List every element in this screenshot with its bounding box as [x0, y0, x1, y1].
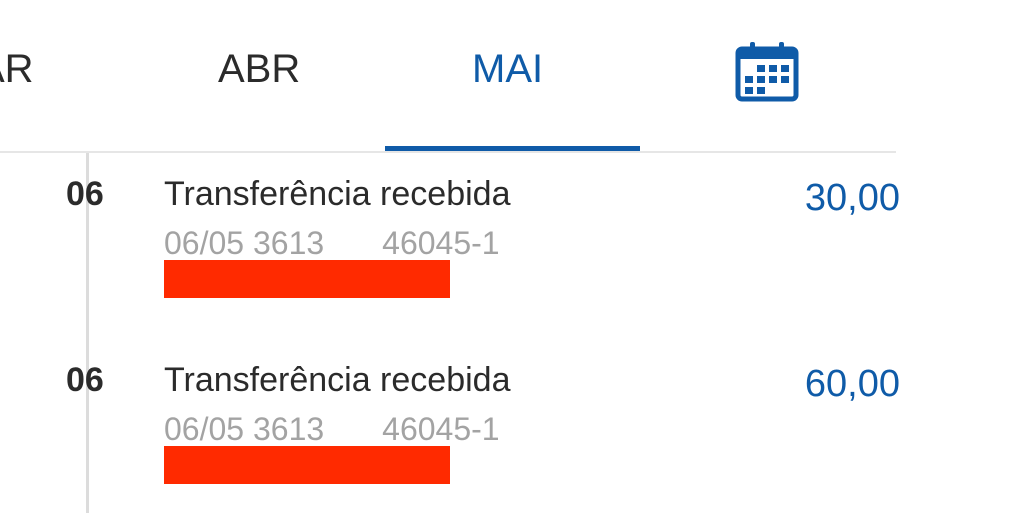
transaction-reference: 46045-1 — [382, 411, 500, 447]
transaction-row[interactable]: 06 Transferência recebida 60,00 06/05 36… — [0, 354, 1024, 504]
tab-mai[interactable]: MAI — [472, 44, 543, 94]
transaction-date-code: 06/05 3613 — [164, 225, 325, 261]
calendar-icon — [735, 42, 799, 102]
transaction-title: Transferência recebida — [164, 361, 511, 399]
transaction-day: 06 — [66, 361, 104, 399]
transaction-meta: 06/05 3613 46045-1 — [164, 224, 500, 262]
transaction-title: Transferência recebida — [164, 175, 511, 213]
redaction-bar — [164, 446, 450, 484]
transaction-date-code: 06/05 3613 — [164, 411, 325, 447]
tab-divider — [0, 151, 896, 153]
calendar-button[interactable] — [734, 40, 800, 102]
month-tab-bar: AR ABR MAI — [0, 0, 1024, 153]
transaction-amount: 60,00 — [804, 363, 900, 405]
tab-abr[interactable]: ABR — [218, 44, 300, 94]
transaction-reference: 46045-1 — [382, 225, 500, 261]
transaction-row[interactable]: 06 Transferência recebida 30,00 06/05 36… — [0, 168, 1024, 318]
transaction-day: 06 — [66, 175, 104, 213]
redaction-bar — [164, 260, 450, 298]
transaction-meta: 06/05 3613 46045-1 — [164, 410, 500, 448]
tab-mar[interactable]: AR — [0, 44, 34, 94]
transaction-amount: 30,00 — [804, 177, 900, 219]
